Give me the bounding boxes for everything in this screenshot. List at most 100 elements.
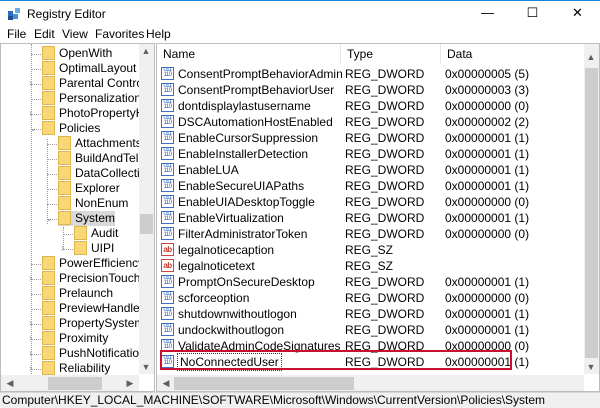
value-row[interactable]: 011 110 EnableInstallerDetection REG_DWORD 0… [161,146,581,162]
folder-icon [58,166,71,180]
dword-value-icon: 011 110 [161,323,174,336]
tree-item[interactable]: Explorer [58,181,120,196]
value-data: 0x00000000 (0) [445,195,530,209]
list-scroll-thumb[interactable] [585,68,598,358]
tree-item[interactable]: Prelaunch [42,286,113,301]
menu-edit[interactable]: Edit [34,27,55,41]
tree-item[interactable]: System [58,211,116,226]
tree-item[interactable]: Policies [42,121,100,136]
value-type: REG_DWORD [345,67,425,81]
folder-icon [42,106,55,120]
tree-item[interactable]: OptimalLayout [42,61,136,76]
value-name: EnableLUA [178,163,239,177]
tree-item[interactable]: OpenWith [42,46,112,61]
close-button[interactable]: ✕ [555,1,600,27]
tree-item-label: System [75,211,116,225]
value-row[interactable]: 011 110 scforceoption REG_DWORD 0x00000000 (… [161,290,581,306]
column-header-name[interactable]: Name [157,44,341,64]
value-data: 0x00000001 (1) [445,211,530,225]
tree-item-label: Attachments [75,136,142,150]
folder-icon [74,241,87,255]
value-row[interactable]: 011 110 EnableCursorSuppression REG_DWORD 0x… [161,130,581,146]
minimize-button[interactable]: — [465,1,510,27]
tree-item-label: Personalization [59,91,142,105]
tree-item[interactable]: UIPI [74,241,114,256]
scroll-up-icon[interactable]: ▲ [139,46,153,56]
maximize-button[interactable]: ☐ [510,1,555,27]
menu-favorites[interactable]: Favorites [95,27,144,41]
value-row[interactable]: ab legalnoticecaption REG_SZ [161,242,581,258]
tree-item[interactable]: Audit [74,226,118,241]
tree-scroll-thumb[interactable] [140,214,153,234]
value-row[interactable]: 011 110 EnableVirtualization REG_DWORD 0x000… [161,210,581,226]
value-name: legalnoticetext [178,259,255,273]
value-name: EnableCursorSuppression [178,131,319,145]
value-row[interactable]: 011 110 FilterAdministratorToken REG_DWORD 0… [161,226,581,242]
string-value-icon: ab [161,243,174,256]
value-row[interactable]: 011 110 ConsentPromptBehaviorAdmin REG_DWOR… [161,66,581,82]
tree-item[interactable]: NonEnum [58,196,128,211]
value-name: scforceoption [178,291,250,305]
tree-item[interactable]: PreviewHandlers [42,301,150,316]
value-row[interactable]: 011 110 EnableUIADesktopToggle REG_DWORD 0x0… [161,194,581,210]
tree-item[interactable]: Proximity [42,331,108,346]
tree-item[interactable]: Reliability [42,361,110,376]
list-vertical-scrollbar[interactable]: ▲ ▼ [584,44,599,374]
folder-icon [42,61,55,75]
menu-view[interactable]: View [62,27,88,41]
value-row[interactable]: 011 110 PromptOnSecureDesktop REG_DWORD 0x00… [161,274,581,290]
scroll-right-icon[interactable]: ▶ [123,378,137,389]
tree-item[interactable]: PropertySystem [42,316,144,331]
tree-item[interactable]: Personalization [42,91,141,106]
scroll-left-icon[interactable]: ◀ [3,378,17,389]
value-row[interactable]: 011 110 ConsentPromptBehaviorUser REG_DWORD… [161,82,581,98]
scroll-up-icon[interactable]: ▲ [584,52,598,62]
dword-value-icon: 011 110 [161,147,174,160]
value-row[interactable]: 011 110 EnableLUA REG_DWORD 0x00000001 (1) [161,162,581,178]
value-row[interactable]: 011 110 undockwithoutlogon REG_DWORD 0x00000… [161,322,581,338]
folder-icon [58,151,71,165]
dword-value-icon: 011 110 [161,83,174,96]
tree-item[interactable]: Parental Controls [42,76,152,91]
tree-vertical-scrollbar[interactable]: ▲ ▼ [139,44,154,374]
scroll-down-icon[interactable]: ▼ [139,362,153,372]
list-hscroll-thumb[interactable] [174,377,354,390]
dword-value-icon: 011 110 [161,163,174,176]
value-row[interactable]: 011 110 shutdownwithoutlogon REG_DWORD 0x000… [161,306,581,322]
value-data: 0x00000001 (1) [445,179,530,193]
folder-icon [58,181,71,195]
tree-item[interactable]: BuildAndTel [58,151,138,166]
tree-item-label: OptimalLayout [59,61,137,75]
value-row[interactable]: 011 110 dontdisplaylastusername REG_DWORD 0x… [161,98,581,114]
value-type: REG_DWORD [345,275,425,289]
tree-connector [31,99,41,100]
tree-item[interactable]: Attachments [58,136,142,151]
scroll-down-icon[interactable]: ▼ [584,362,598,372]
list-horizontal-scrollbar[interactable]: ◀ [157,375,584,391]
value-row[interactable]: 011 110 EnableSecureUIAPaths REG_DWORD 0x000… [161,178,581,194]
tree-connector [31,309,41,310]
tree-item-label: PropertySystem [59,316,145,330]
dword-value-icon: 011 110 [161,179,174,192]
column-header-data[interactable]: Data [441,44,584,64]
value-name: EnableVirtualization [178,211,284,225]
value-row[interactable]: 011 110 DSCAutomationHostEnabled REG_DWORD 0… [161,114,581,130]
folder-icon [58,196,71,210]
scroll-left-icon[interactable]: ◀ [159,378,173,389]
key-tree-pane: OpenWith OptimalLayout Parental Controls › P… [0,43,155,392]
column-header-type[interactable]: Type [341,44,441,64]
tree-connector [47,174,57,175]
value-name: DSCAutomationHostEnabled [178,115,333,129]
tree-item[interactable]: PushNotifications [42,346,152,361]
dword-value-icon: 011 110 [161,307,174,320]
tree-horizontal-scrollbar[interactable]: ◀ ▶ [1,375,139,391]
dword-value-icon: 011 110 [161,291,174,304]
value-row[interactable]: ab legalnoticetext REG_SZ [161,258,581,274]
tree-hscroll-thumb[interactable] [48,377,102,390]
menu-help[interactable]: Help [146,27,171,41]
value-name: EnableUIADesktopToggle [178,195,315,209]
menu-file[interactable]: File [7,27,26,41]
value-data: 0x00000005 (5) [445,67,530,81]
value-name: ConsentPromptBehaviorUser [178,83,335,97]
tree-item-label: NonEnum [75,196,129,210]
